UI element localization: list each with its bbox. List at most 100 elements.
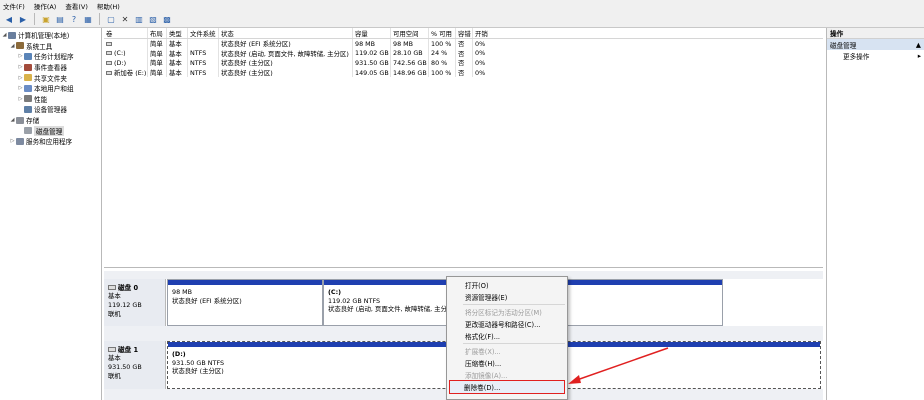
up-folder-icon[interactable]: ▣ [40,13,52,25]
cell-text: 100 % [431,39,452,48]
help-icon[interactable]: ? [68,13,80,25]
table-cell: 0% [473,58,503,68]
expand-toggle-icon[interactable]: ◢ [9,43,16,49]
back-icon[interactable]: ◀ [3,13,15,25]
partition-size: 98 MB [172,288,193,296]
table-row[interactable]: 简单 基本 状态良好 (EFI 系统分区) 98 MB 98 MB 100 % 否 0% [104,39,823,49]
table-cell: NTFS [188,58,219,68]
table-row[interactable]: (D:) 简单 基本 NTFS 状态良好 (主分区) 931.50 GB 742.56 GB… [104,58,823,68]
tree-local-users[interactable]: ▷ 本地用户和组 [0,83,101,94]
tree-node-label: 事件查看器 [34,64,67,73]
disk-icon [108,284,116,290]
expand-toggle-icon[interactable]: ▷ [9,138,16,144]
col-layout[interactable]: 布局 [148,28,167,38]
menu-bar: 文件(F) 操作(A) 查看(V) 帮助(H) [0,0,924,11]
table-cell: NTFS [188,67,219,78]
expand-toggle-icon[interactable]: ▷ [17,96,24,102]
col-capacity[interactable]: 容量 [353,28,391,38]
col-volume[interactable]: 卷 [104,28,148,38]
table-cell: 98 MB [353,39,391,49]
context-menu-item: 添加镜像(A)... [465,372,508,380]
cell-text: 0% [475,58,486,67]
table-row[interactable]: (C:) 简单 基本 NTFS 状态良好 (启动, 页面文件, 故障转储, 主分区) 11… [104,48,823,59]
volume-table-header: 卷 布局 类型 文件系统 状态 容量 可用空间 % 可用 容错 开销 [104,28,823,39]
actions-section-disk-management[interactable]: 磁盘管理 ▲ [827,39,924,50]
disk-type: 基本 [108,354,121,362]
col-free-space[interactable]: 可用空间 [391,28,429,38]
table-cell: 否 [456,48,473,59]
context-menu-item[interactable]: 删除卷(D)... [449,380,565,394]
table-cell: 0% [473,68,503,78]
cell-text: NTFS [190,58,207,67]
table-cell: 0% [473,49,503,59]
disk-0-label[interactable]: 磁盘 0 基本 119.12 GB 联机 [104,279,166,326]
cell-text: 0% [475,49,486,58]
show-tree-icon[interactable]: ▤ [54,13,66,25]
export-icon[interactable]: ▢ [105,13,117,25]
tree-node-label: 设备管理器 [34,106,67,115]
menu-view[interactable]: 查看(V) [65,1,88,11]
table-cell: 基本 [167,67,188,78]
table-cell [104,39,148,49]
col-filesystem[interactable]: 文件系统 [188,28,219,38]
context-menu-item[interactable]: 格式化(F)... [447,330,567,342]
expand-toggle-icon[interactable]: ▷ [17,64,24,70]
context-menu-item[interactable]: 更改驱动器号和路径(C)... [447,318,567,330]
expand-toggle-icon[interactable]: ▷ [17,53,24,59]
cell-text: NTFS [190,49,207,58]
tree-event-viewer[interactable]: ▷ 事件查看器 [0,62,101,73]
tree-device-manager[interactable]: 设备管理器 [0,104,101,115]
col-status[interactable]: 状态 [219,28,353,38]
tree-task-scheduler[interactable]: ▷ 任务计划程序 [0,51,101,62]
table-cell: 119.02 GB [353,48,391,59]
disk-title: 磁盘 1 [118,346,139,354]
menu-separator [463,343,565,344]
collapse-icon[interactable]: ▲ [916,41,921,49]
tree-node-label: 系统工具 [26,42,53,51]
disk-icon[interactable]: ▥ [133,13,145,25]
disk-status: 联机 [108,372,121,380]
disk-1-label[interactable]: 磁盘 1 基本 931.50 GB 联机 [104,341,166,389]
tree-node-icon [24,74,32,82]
volume-icon [106,70,112,75]
expand-toggle-icon[interactable]: ▷ [17,75,24,81]
menu-file[interactable]: 文件(F) [3,1,25,11]
col-fault-tolerance[interactable]: 容错 [456,28,473,38]
expand-toggle-icon[interactable]: ◢ [9,117,16,123]
forward-icon[interactable]: ▶ [17,13,29,25]
cell-text: 基本 [169,40,182,49]
tree-system-tools[interactable]: ◢ 系统工具 [0,41,101,52]
tree-node-label: 本地用户和组 [34,85,74,94]
tree-computer-management[interactable]: ◢ 计算机管理(本地) [0,30,101,41]
table-cell: 状态良好 (主分区) [219,58,353,68]
menu-action[interactable]: 操作(A) [34,1,57,11]
tree-performance[interactable]: ▷ 性能 [0,94,101,105]
tree-node-icon [16,137,24,145]
col-overhead[interactable]: 开销 [473,28,503,38]
col-type[interactable]: 类型 [167,28,188,38]
expand-toggle-icon[interactable]: ▷ [17,85,24,91]
menu-help[interactable]: 帮助(H) [97,1,120,11]
expand-toggle-icon[interactable]: ◢ [1,32,8,38]
context-menu-item[interactable]: 压缩卷(H)... [447,357,567,369]
table-cell: 简单 [148,48,167,59]
cell-text: 0% [475,39,486,48]
col-percent-free[interactable]: % 可用 [429,28,456,38]
table-cell: 简单 [148,67,167,78]
view-icon[interactable]: ▩ [161,13,173,25]
more-actions[interactable]: 更多操作 ▸ [827,50,924,61]
context-menu-item[interactable]: 打开(O) [447,279,567,291]
partition-efi[interactable]: 98 MB 状态良好 (EFI 系统分区) [167,279,323,326]
properties-icon[interactable]: ▦ [82,13,94,25]
tree-disk-management[interactable]: 磁盘管理 [0,125,101,136]
tree-shared-folders[interactable]: ▷ 共享文件夹 [0,72,101,83]
table-cell: 100 % [429,67,456,78]
volume-icon [106,60,112,65]
context-menu-item[interactable]: 资源管理器(E) [447,291,567,303]
delete-icon[interactable]: ✕ [119,13,131,25]
checkmark-disk-icon[interactable]: ▧ [147,13,159,25]
tree-storage[interactable]: ◢ 存储 [0,115,101,126]
table-row[interactable]: 新加卷 (E:) 简单 基本 NTFS 状态良好 (主分区) 149.05 GB 148.9… [104,67,823,78]
tree-services-apps[interactable]: ▷ 服务和应用程序 [0,136,101,147]
table-cell: 98 MB [391,39,429,49]
